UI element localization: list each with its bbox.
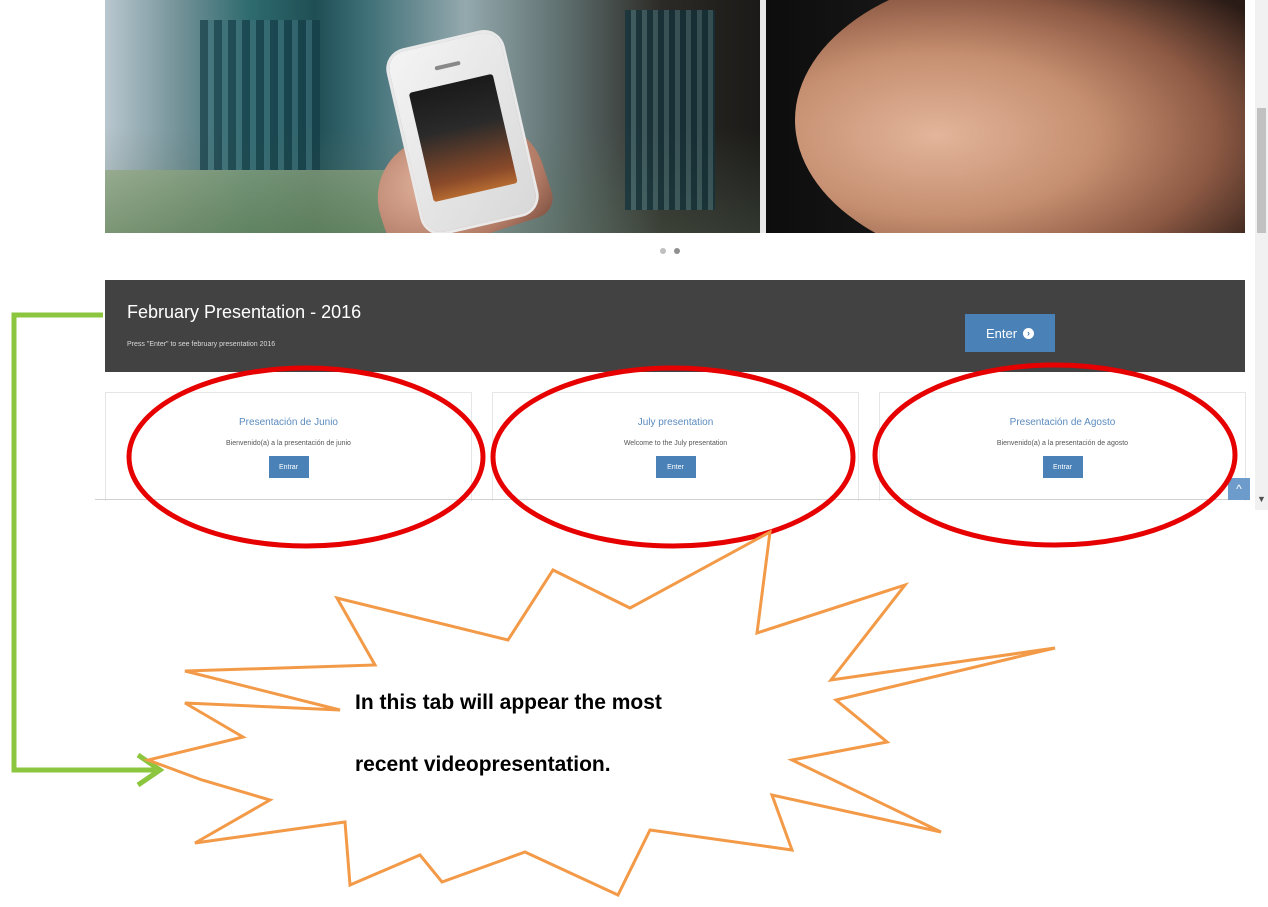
card-title[interactable]: Presentación de Junio [106,417,471,428]
scroll-down-arrow-icon[interactable]: ▼ [1257,494,1266,504]
card-july: July presentation Welcome to the July pr… [492,392,859,501]
card-august: Presentación de Agosto Bienvenido(a) a l… [879,392,1246,501]
card-description: Bienvenido(a) a la presentación de junio [226,440,351,447]
featured-presentation: February Presentation - 2016 Press "Ente… [105,280,1245,372]
hero-carousel[interactable] [105,0,1245,233]
phone-speaker [434,60,461,71]
card-june: Presentación de Junio Bienvenido(a) a la… [105,392,472,501]
card-description: Bienvenido(a) a la presentación de agost… [996,440,1129,447]
phone-screen [408,73,518,203]
featured-description: Press "Enter" to see february presentati… [127,341,276,348]
hero-building-right [625,10,715,210]
page-bottom-line [95,499,1245,500]
card-enter-button[interactable]: Entrar [1042,456,1083,478]
card-title[interactable]: Presentación de Agosto [880,417,1245,428]
presentation-cards: Presentación de Junio Bienvenido(a) a la… [105,392,1246,501]
featured-title: February Presentation - 2016 [127,302,362,322]
carousel-indicators [660,248,680,254]
featured-enter-label: Enter [985,325,1018,341]
callout-line-1: In this tab will appear the most [355,691,662,714]
carousel-dot-2[interactable] [674,248,680,254]
carousel-dot-1[interactable] [660,248,666,254]
chevron-up-icon[interactable]: ^ [1228,478,1250,500]
card-description: Welcome to the July presentation [623,440,728,447]
pointer-arrow-line [11,312,155,773]
hero-face [795,0,1245,233]
page-scrollbar[interactable]: ▼ [1255,0,1268,510]
callout-line-2: recent videopresentation. [355,753,611,776]
pointer-arrowhead-icon [136,752,165,788]
callout-text: In this tab will appear the most recent … [355,672,855,796]
hero-building-left [200,20,320,170]
scrollbar-thumb[interactable] [1257,108,1266,233]
hero-lawn [105,170,385,233]
arrow-circle-right-icon: › [1023,327,1035,339]
card-enter-button[interactable]: Entrar [268,456,309,478]
featured-enter-button[interactable]: Enter › [965,314,1055,352]
card-enter-button[interactable]: Enter [655,456,696,478]
card-title[interactable]: July presentation [493,417,858,428]
